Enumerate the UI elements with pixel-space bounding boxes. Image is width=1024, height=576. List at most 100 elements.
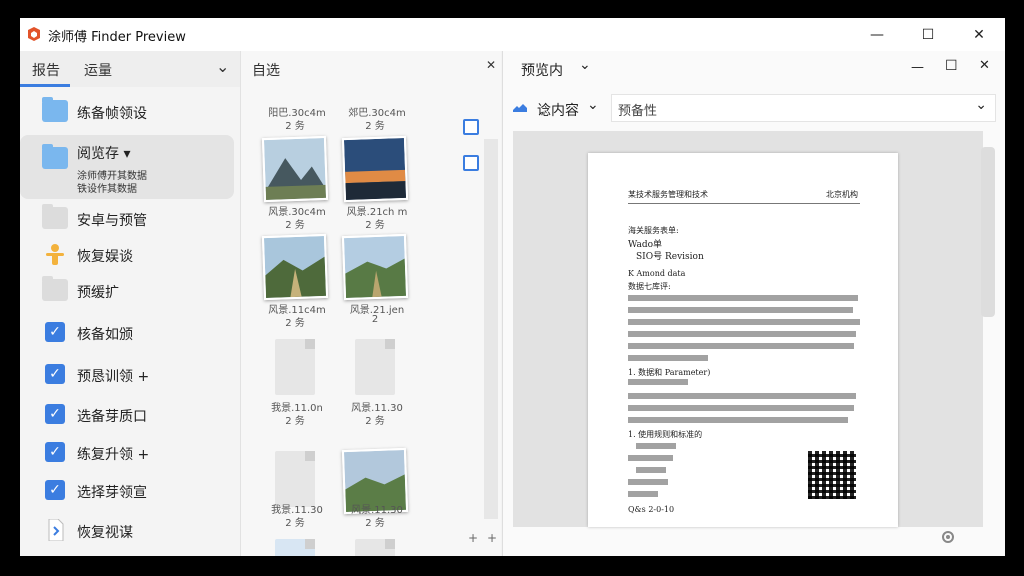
left-sidebar: 报告 运量 ⌄ 练备帧领设 阅览存 ▾ 涂师傅开其数据 铁设作其数据 安卓与预管 <box>20 51 240 556</box>
person-icon <box>46 244 64 265</box>
image-file-icon <box>275 339 315 395</box>
sidebar-item-3[interactable]: 恢复娱谈 <box>20 237 234 273</box>
thumbnail-item[interactable]: 风景.11c4m 2 务 <box>261 233 329 329</box>
thumbnail-size: 2 务 <box>285 121 305 132</box>
preview-select[interactable]: 预备性 ⌄ <box>611 94 996 122</box>
close-icon[interactable]: ✕ <box>486 58 496 72</box>
thumbnail-item[interactable]: 阳巴.30c4m 2 务 <box>263 71 327 135</box>
sidebar-item-8[interactable]: ✓ 练复升领 + <box>20 435 234 471</box>
window-title: 涂师傅 Finder Preview <box>48 30 186 45</box>
sidebar-item-2[interactable]: 安卓与预管 <box>20 201 234 237</box>
file-icon <box>355 539 395 556</box>
folder-icon <box>42 144 68 169</box>
text-line <box>628 405 854 411</box>
document-preview-area: 某技术服务管理和技术 北京机构 海关服务表单: Wado单 SIO号 Revis… <box>513 131 983 527</box>
gear-icon[interactable] <box>940 529 956 545</box>
qr-code-icon <box>808 451 856 499</box>
checkbox-icon[interactable]: ✓ <box>45 364 65 384</box>
sidebar-item-label: 预缓扩 <box>77 285 119 301</box>
sidebar-tabs: 报告 运量 ⌄ <box>20 51 240 87</box>
preview-scrollbar[interactable] <box>981 147 995 317</box>
sidebar-item-label: 练备帧领设 <box>77 106 147 122</box>
thumbnail-item[interactable]: 我景.11.0n 2 务 <box>263 337 327 427</box>
page-text: 1. 使用规则和标准的 <box>628 430 703 439</box>
tab-volume[interactable]: 运量 <box>84 60 112 80</box>
tab-report[interactable]: 报告 <box>32 60 60 80</box>
thumbnail-item[interactable]: 我景.11.30 2 务 <box>263 449 327 529</box>
vertical-scrollbar[interactable] <box>484 139 498 519</box>
sidebar-item-label: 阅览存 ▾ <box>77 146 131 162</box>
sidebar-item-6[interactable]: ✓ 预恳训领 + <box>20 357 234 393</box>
sidebar-item-label: 恢复视谋 <box>77 525 133 541</box>
sidebar-item-7[interactable]: ✓ 选备芽质口 <box>20 397 234 433</box>
cloud-icon[interactable] <box>511 100 529 114</box>
checkbox-icon[interactable]: ✓ <box>45 480 65 500</box>
sidebar-item-label: 选择芽领宣 <box>77 485 147 501</box>
text-line <box>628 455 673 461</box>
sidebar-item-9[interactable]: ✓ 选择芽领宣 <box>20 473 234 509</box>
minimize-button[interactable]: — <box>853 18 901 51</box>
thumbnail-item[interactable]: 风景.21ch m 2 务 <box>341 135 409 231</box>
text-line <box>628 379 688 385</box>
page-date: Q&s 2-0-10 <box>628 505 675 514</box>
checkbox-icon[interactable]: ✓ <box>45 404 65 424</box>
page-text: 海关服务表单: <box>628 226 679 235</box>
add-icon[interactable]: + <box>487 531 497 545</box>
thumbnail-size: 2 务 <box>285 518 305 529</box>
file-icon <box>275 539 315 556</box>
text-line <box>628 393 856 399</box>
thumbnail-item[interactable] <box>343 537 407 556</box>
sidebar-item-0[interactable]: 练备帧领设 <box>20 94 234 130</box>
file-icon <box>48 519 64 541</box>
minimize-button[interactable]: — <box>911 60 924 75</box>
sidebar-item-1[interactable]: 阅览存 ▾ 涂师傅开其数据 铁设作其数据 <box>20 135 234 199</box>
sidebar-item-4[interactable]: 预缓扩 <box>20 273 234 309</box>
text-line <box>636 467 666 473</box>
photo-thumbnail <box>341 135 409 203</box>
close-button[interactable]: ✕ <box>955 18 1003 51</box>
thumbnail-size: 2 务 <box>365 220 385 231</box>
thumbnail-item[interactable]: 风景.21.jen 2 <box>341 233 409 325</box>
text-line <box>628 479 668 485</box>
text-line <box>628 307 853 313</box>
photo-thumbnail <box>261 233 329 301</box>
sidebar-item-10[interactable]: 恢复视谋 <box>20 513 234 549</box>
thumbnail-item[interactable]: 郊巴.30c4m 2 务 <box>343 71 407 135</box>
thumbnail-size: 2 务 <box>285 318 305 329</box>
select-checkbox[interactable] <box>463 119 479 135</box>
document-page: 某技术服务管理和技术 北京机构 海关服务表单: Wado单 SIO号 Revis… <box>588 153 898 527</box>
thumbnail-item[interactable] <box>263 537 327 556</box>
close-button[interactable]: ✕ <box>979 58 990 73</box>
chevron-down-icon[interactable]: ⌄ <box>587 97 599 113</box>
add-icon[interactable]: + <box>468 531 478 545</box>
chevron-down-icon[interactable]: ⌄ <box>579 57 591 73</box>
thumbnail-size: 2 务 <box>285 416 305 427</box>
thumbnail-size: 2 务 <box>365 121 385 132</box>
maximize-button[interactable]: ☐ <box>904 18 952 51</box>
thumbnail-item[interactable]: 风景.11.30 2 务 <box>343 337 407 427</box>
page-header-left: 某技术服务管理和技术 <box>628 190 708 199</box>
thumbnail-item[interactable]: 风景.30c4m 2 务 <box>261 135 329 231</box>
checkbox-icon[interactable]: ✓ <box>45 322 65 342</box>
header-rule <box>628 203 860 204</box>
page-text: 1. 数据和 Parameter) <box>628 368 711 377</box>
text-line <box>628 331 856 337</box>
thumbnail-item[interactable]: 风景.11.30 2 务 <box>341 447 409 529</box>
text-line <box>628 491 658 497</box>
text-line <box>628 355 708 361</box>
sidebar-item-label: 练复升领 + <box>77 447 150 463</box>
page-header-right: 北京机构 <box>826 190 858 199</box>
folder-icon <box>42 97 68 122</box>
page-text: 数据七库评: <box>628 282 671 291</box>
text-line <box>628 295 858 301</box>
select-checkbox[interactable] <box>463 155 479 171</box>
content-filter-label[interactable]: 谂内容 <box>537 100 579 120</box>
sidebar-item-label: 恢复娱谈 <box>77 249 133 265</box>
chevron-down-icon[interactable]: ⌄ <box>216 57 229 76</box>
sidebar-item-sub: 铁设作其数据 <box>77 184 137 195</box>
text-line <box>628 417 848 423</box>
checkbox-icon[interactable]: ✓ <box>45 442 65 462</box>
sidebar-item-5[interactable]: ✓ 核备如颁 <box>20 315 234 351</box>
thumbnail-size: 2 务 <box>365 518 385 529</box>
maximize-button[interactable]: ☐ <box>945 58 958 74</box>
